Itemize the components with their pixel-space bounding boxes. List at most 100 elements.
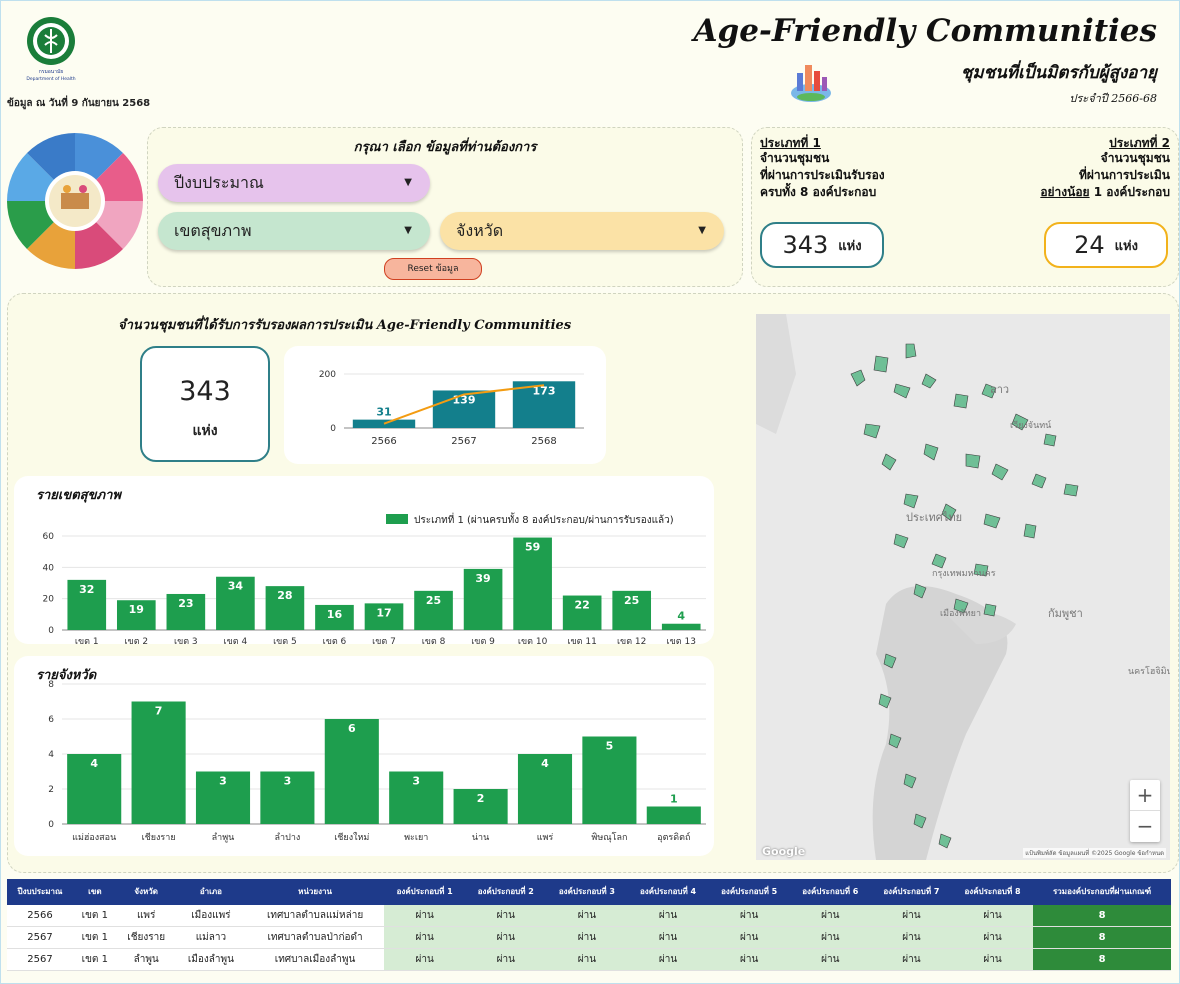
table-cell: ผ่าน	[465, 905, 547, 927]
table-cell: ผ่าน	[546, 905, 628, 927]
zoom-control: + −	[1130, 780, 1160, 842]
community-map[interactable]: ลาว เวียงจันทน์ ประเทศไทย กรุงเทพมหานคร …	[756, 314, 1170, 860]
zoom-out-button[interactable]: −	[1130, 811, 1160, 841]
table-cell: ผ่าน	[789, 948, 871, 971]
table-cell: ผ่าน	[384, 948, 466, 971]
column-header[interactable]: องค์ประกอบที่ 7	[870, 879, 952, 905]
column-header[interactable]: องค์ประกอบที่ 6	[789, 879, 871, 905]
map-label-cambodia: กัมพูชา	[1048, 607, 1083, 620]
table-row[interactable]: 2567 เขต 1 เชียงราย แม่ลาว เทศบาลตำบลป่าก่อด…	[7, 926, 1171, 949]
table-cell: ผ่าน	[789, 905, 871, 927]
data-label: 17	[376, 606, 391, 619]
column-header[interactable]: รวมองค์ประกอบที่ผ่านเกณฑ์	[1033, 879, 1171, 905]
reset-button[interactable]: Reset ข้อมูล	[384, 258, 482, 280]
x-tick-label: เชียงราย	[142, 832, 176, 843]
x-tick-label: เขต 5	[273, 637, 297, 644]
data-label: 2	[477, 792, 485, 805]
x-tick-label: 2566	[371, 436, 396, 447]
column-header[interactable]: ปีงบประมาณ	[7, 879, 74, 905]
table-cell: ผ่าน	[870, 926, 952, 949]
column-header[interactable]: องค์ประกอบที่ 4	[627, 879, 709, 905]
type-summary-panel: ประเภทที่ 1 จำนวนชุมชน ที่ผ่านการประเมิน…	[751, 127, 1179, 287]
table-cell: ผ่าน	[627, 926, 709, 949]
eight-components-wheel	[5, 131, 145, 271]
filter-panel: กรุณา เลือก ข้อมูลที่ท่านต้องการ ปีงบประ…	[147, 127, 743, 287]
map-label-bangkok: กรุงเทพมหานคร	[932, 569, 996, 579]
table-cell: 8	[1033, 948, 1171, 971]
fiscal-year-dropdown[interactable]: ปีงบประมาณ ▼	[158, 164, 430, 202]
bar	[352, 419, 416, 428]
map-label-pattaya: เมืองพัทยา	[940, 609, 982, 619]
data-label: 39	[475, 572, 490, 585]
google-logo: Google	[762, 845, 806, 858]
x-tick-label: เขต 13	[667, 637, 696, 644]
data-label: 3	[412, 775, 420, 788]
province-label: จังหวัด	[456, 221, 504, 240]
y-tick-label: 200	[319, 370, 336, 380]
data-label: 1	[670, 793, 678, 806]
data-label: 4	[677, 610, 685, 623]
column-header[interactable]: เขต	[73, 879, 117, 905]
table-cell: เขต 1	[73, 948, 117, 971]
x-tick-label: ลำพูน	[212, 832, 235, 843]
zoom-in-button[interactable]: +	[1130, 780, 1160, 811]
y-tick-label: 40	[43, 563, 55, 573]
column-header[interactable]: จังหวัด	[116, 879, 176, 905]
type1-count: 343 แห่ง	[760, 222, 884, 268]
x-tick-label: แพร่	[537, 833, 554, 843]
x-tick-label: น่าน	[472, 833, 489, 843]
column-header[interactable]: องค์ประกอบที่ 1	[384, 879, 466, 905]
table-row[interactable]: 2566 เขต 1 แพร่ เมืองแพร่ เทศบาลตำบลแม่หล่าย…	[7, 905, 1171, 927]
column-header[interactable]: องค์ประกอบที่ 3	[546, 879, 628, 905]
table-cell: เชียงราย	[116, 926, 176, 949]
data-label: 6	[348, 722, 356, 735]
x-tick-label: ลำปาง	[275, 832, 301, 843]
map-label-vientiane: เวียงจันทน์	[1010, 421, 1052, 431]
table-cell: เทศบาลตำบลแม่หล่าย	[246, 905, 385, 927]
table-cell: เขต 1	[73, 926, 117, 949]
type1-desc-line2: ที่ผ่านการประเมินรับรอง	[760, 168, 885, 182]
page-subtitle: ชุมชนที่เป็นมิตรกับผู้สูงอายุ	[960, 63, 1157, 83]
table-cell: เทศบาลเมืองลำพูน	[246, 948, 385, 971]
table-cell: ผ่าน	[870, 905, 952, 927]
province-chart: 024684แม่ฮ่องสอน7เชียงราย3ลำพูน3ลำปาง6เช…	[48, 680, 706, 843]
table-cell: ผ่าน	[951, 926, 1034, 949]
table-row[interactable]: 2567 เขต 1 ลำพูน เมืองลำพูน เทศบาลเมืองลำพูน…	[7, 948, 1171, 971]
legend-swatch	[386, 514, 408, 524]
column-header[interactable]: องค์ประกอบที่ 8	[951, 879, 1034, 905]
map-attribution[interactable]: แป้นพิมพ์ลัด ข้อมูลแผนที่ ©2025 Google ข…	[1023, 848, 1166, 858]
type2-value: 24	[1074, 231, 1105, 259]
column-header[interactable]: หน่วยงาน	[246, 879, 385, 905]
data-label: 25	[624, 594, 639, 607]
table-cell: ผ่าน	[546, 926, 628, 949]
province-dropdown[interactable]: จังหวัด ▼	[440, 212, 724, 250]
main-title: จำนวนชุมชนที่ได้รับการรับรองผลการประเมิน…	[118, 318, 572, 333]
data-label: 28	[277, 589, 292, 602]
table-cell: ผ่าน	[384, 905, 466, 927]
x-tick-label: เขต 7	[372, 637, 396, 644]
x-tick-label: เขต 10	[518, 637, 548, 644]
table-cell: เมืองแพร่	[175, 905, 247, 927]
table-cell: เทศบาลตำบลป่าก่อดำ	[246, 926, 385, 949]
column-header[interactable]: อำเภอ	[175, 879, 247, 905]
health-region-dropdown[interactable]: เขตสุขภาพ ▼	[158, 212, 430, 250]
x-tick-label: เขต 1	[75, 637, 99, 644]
table-cell: ผ่าน	[627, 905, 709, 927]
data-label: 22	[574, 599, 589, 612]
data-label: 32	[79, 583, 94, 596]
data-label: 19	[129, 603, 144, 616]
chevron-down-icon: ▼	[404, 177, 412, 188]
column-header[interactable]: องค์ประกอบที่ 5	[708, 879, 790, 905]
data-label: 34	[228, 580, 244, 593]
x-tick-label: เขต 8	[422, 637, 446, 644]
yearly-chart: 020031256613925671732568	[319, 370, 584, 447]
department-logo: กรมอนามัย Department of Health	[21, 15, 81, 85]
column-header[interactable]: องค์ประกอบที่ 2	[465, 879, 547, 905]
x-tick-label: เขต 2	[124, 637, 148, 644]
data-label: 31	[376, 406, 391, 419]
y-tick-label: 20	[43, 595, 55, 605]
table-cell: ผ่าน	[384, 926, 466, 949]
total-value: 343	[179, 376, 231, 407]
table-cell: ผ่าน	[951, 905, 1034, 927]
province-chart-card: รายจังหวัด 0 2 4 6 8 4 แม่ฮ่องสอน 7 เชียงราย 3 ลำพ…	[14, 656, 714, 856]
